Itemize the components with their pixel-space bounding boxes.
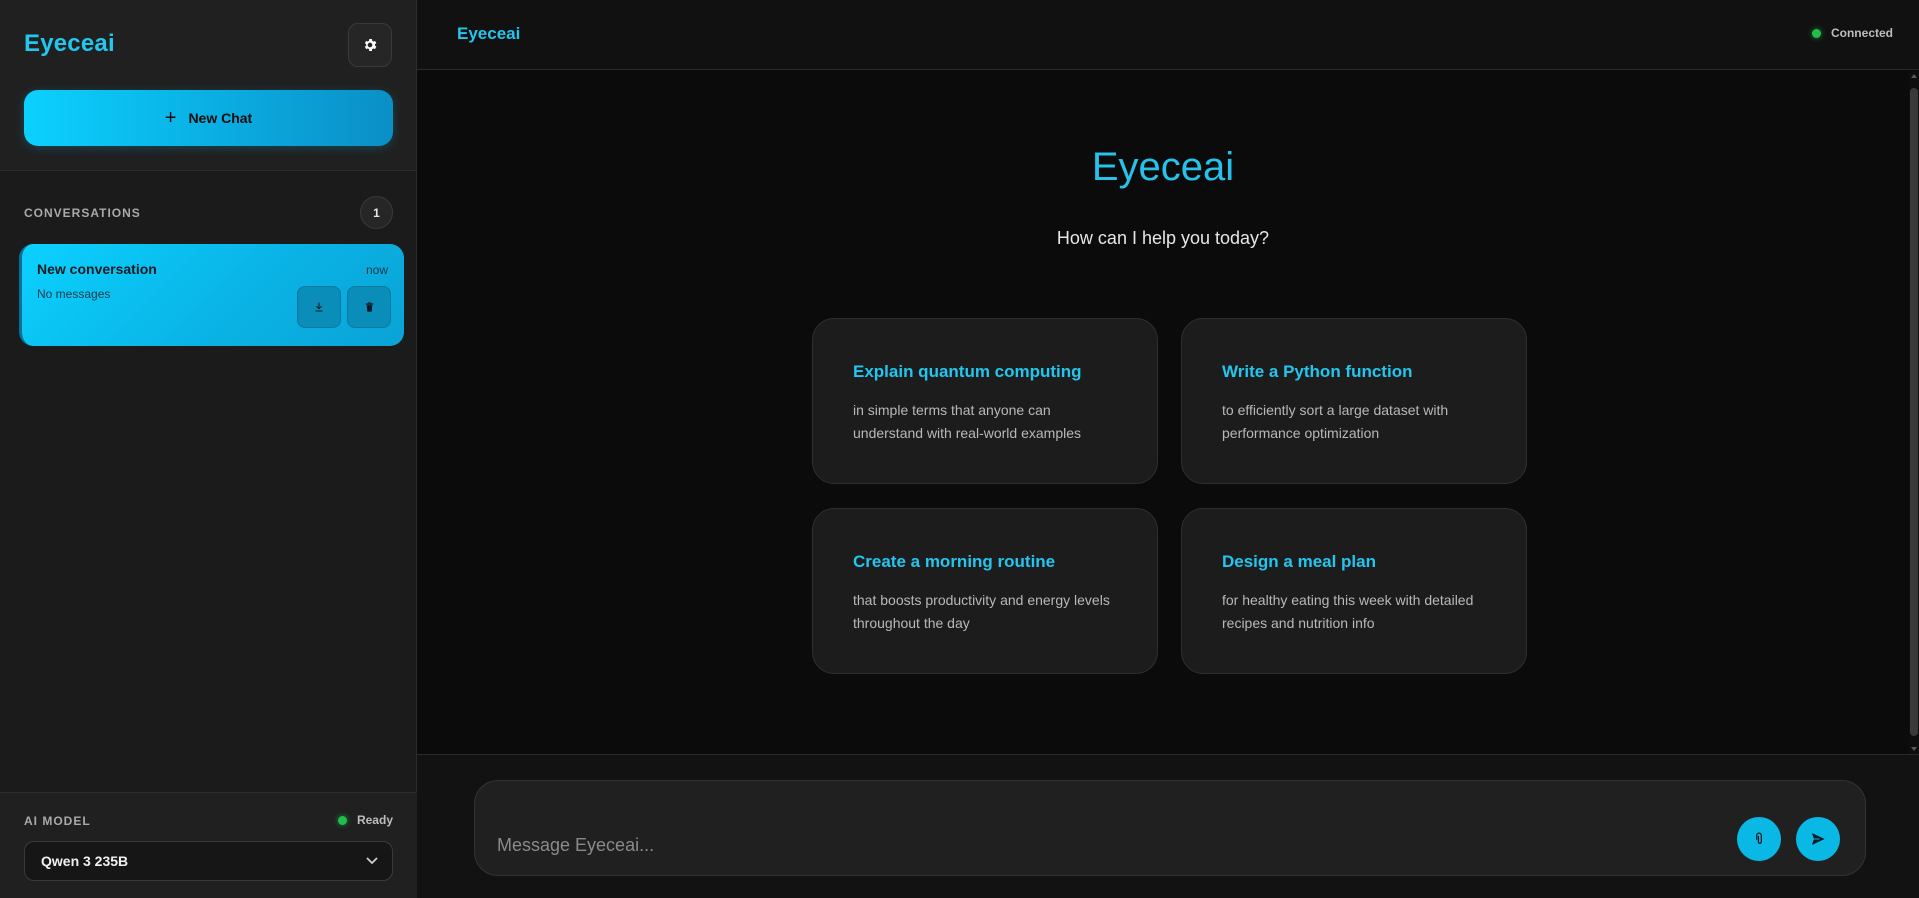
scroll-up-icon[interactable]: [1911, 74, 1917, 78]
download-icon: [315, 302, 323, 312]
conversation-item[interactable]: New conversation now No messages: [19, 244, 404, 346]
suggestion-description: to efficiently sort a large dataset with…: [1222, 402, 1449, 441]
connection-status: Connected: [1811, 26, 1893, 40]
page-title: Eyeceai: [457, 24, 521, 43]
brand-logo: Eyeceai: [24, 30, 115, 57]
suggestion-title: Write a Python function: [1222, 362, 1413, 381]
suggestion-title: Explain quantum computing: [853, 362, 1082, 381]
trash-icon: [365, 302, 373, 312]
welcome-subtitle: How can I help you today?: [1056, 228, 1270, 248]
status-dot-icon: [337, 815, 347, 825]
suggestion-description: that boosts productivity and energy leve…: [853, 592, 1110, 631]
new-chat-label: New Chat: [188, 110, 253, 126]
attach-button[interactable]: [1737, 817, 1781, 861]
settings-button[interactable]: [348, 23, 392, 67]
suggestion-title: Create a morning routine: [853, 552, 1056, 571]
model-select-value: Qwen 3 235B: [41, 853, 129, 869]
message-input[interactable]: [497, 833, 1697, 857]
plus-icon: +: [164, 107, 177, 129]
suggestion-description: for healthy eating this week with detail…: [1222, 592, 1474, 631]
suggestion-title: Design a meal plan: [1222, 552, 1376, 571]
connection-status-text: Connected: [1830, 26, 1893, 40]
model-status: Ready: [337, 813, 393, 827]
composer-area: [417, 754, 1919, 898]
chevron-down-icon: [366, 857, 378, 865]
paperclip-icon: [1756, 832, 1762, 844]
model-label: AI MODEL: [24, 814, 91, 828]
chat-area: Eyeceai How can I help you today? Explai…: [417, 71, 1919, 754]
suggestion-card[interactable]: Create a morning routine that boosts pro…: [812, 508, 1158, 674]
scrollbar-thumb[interactable]: [1910, 88, 1918, 736]
scroll-down-icon[interactable]: [1911, 747, 1917, 751]
conversation-time: now: [365, 263, 388, 277]
download-conversation-button[interactable]: [297, 286, 341, 328]
new-chat-button[interactable]: + New Chat: [24, 90, 393, 146]
conversations-title: CONVERSATIONS: [24, 205, 141, 220]
model-panel: AI MODEL Ready Qwen 3 235B: [0, 792, 417, 898]
conversations-header: CONVERSATIONS 1: [24, 196, 393, 229]
suggestion-card[interactable]: Explain quantum computing in simple term…: [812, 318, 1158, 484]
suggestion-description: in simple terms that anyone can understa…: [853, 402, 1081, 441]
conversations-count-badge: 1: [360, 196, 393, 229]
conversation-subtitle: No messages: [37, 287, 111, 301]
model-status-text: Ready: [356, 813, 393, 827]
gear-icon: [364, 39, 377, 51]
send-icon: [1810, 831, 1827, 847]
model-select[interactable]: Qwen 3 235B: [24, 841, 393, 881]
welcome-title: Eyeceai: [1091, 145, 1235, 189]
sidebar: Eyeceai + New Chat CONVERSATIONS 1 New c…: [0, 0, 417, 898]
suggestion-card[interactable]: Design a meal plan for healthy eating th…: [1181, 508, 1527, 674]
composer: [474, 780, 1866, 876]
app: Eyeceai + New Chat CONVERSATIONS 1 New c…: [0, 0, 1919, 898]
scrollbar[interactable]: [1909, 71, 1919, 754]
sidebar-header: Eyeceai + New Chat: [0, 0, 416, 171]
top-bar: Eyeceai Connected: [417, 0, 1919, 70]
suggestion-card[interactable]: Write a Python function to efficiently s…: [1181, 318, 1527, 484]
delete-conversation-button[interactable]: [347, 286, 391, 328]
conversation-title: New conversation: [37, 261, 157, 277]
status-dot-icon: [1811, 28, 1821, 38]
main-panel: Eyeceai Connected Eyeceai How can I help…: [417, 0, 1919, 898]
send-button[interactable]: [1796, 817, 1840, 861]
